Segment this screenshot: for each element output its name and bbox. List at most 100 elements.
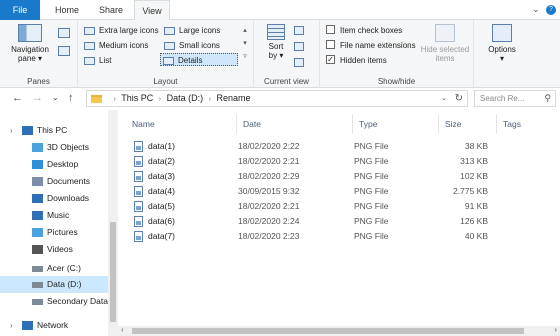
- column-header-date[interactable]: Date: [236, 114, 352, 134]
- layout-small-icons[interactable]: Small icons: [162, 39, 220, 52]
- tab-file[interactable]: File: [0, 0, 40, 20]
- folder-icon: [91, 94, 102, 103]
- small-icons-icon: [164, 41, 175, 50]
- sort-by-button[interactable]: Sort by ▾: [264, 24, 288, 60]
- up-button[interactable]: ↑: [68, 92, 74, 104]
- item-check-boxes-checkbox[interactable]: [326, 25, 335, 35]
- details-icon: [163, 56, 174, 65]
- tab-view[interactable]: View: [134, 0, 170, 21]
- nav-item-2[interactable]: Desktop: [0, 156, 108, 173]
- scroll-right-icon[interactable]: ›: [554, 325, 557, 334]
- ribbon: Navigation pane ▾ Panes Extra large icon…: [0, 20, 560, 88]
- nav-item-7[interactable]: Videos: [0, 241, 108, 258]
- tab-home[interactable]: Home: [46, 0, 88, 20]
- hide-selected-label-2: items: [435, 54, 455, 63]
- column-header-size[interactable]: Size: [438, 114, 496, 134]
- back-button[interactable]: ←: [12, 92, 23, 104]
- layout-gallery-scroll[interactable]: ▴ ▾ ▿: [240, 24, 250, 66]
- column-header-name[interactable]: Name: [126, 114, 236, 134]
- nav-item-9[interactable]: Data (D:): [0, 276, 108, 293]
- nav-item-10[interactable]: Secondary Data: [0, 293, 108, 310]
- help-icon[interactable]: ?: [546, 5, 556, 15]
- layout-medium-icons[interactable]: Medium icons: [82, 39, 148, 52]
- tab-share[interactable]: Share: [90, 0, 132, 20]
- horizontal-scrollbar-thumb[interactable]: [132, 328, 524, 334]
- documents-icon: [32, 177, 43, 186]
- hide-selected-items-button[interactable]: Hide selected items: [420, 24, 470, 63]
- breadcrumb-data-d[interactable]: Data (D:): [167, 93, 204, 103]
- recent-locations-button[interactable]: ⌄: [52, 93, 59, 102]
- address-row: ← → ⌄ ↑ › This PC › Data (D:) › Rename ⌄…: [0, 88, 560, 110]
- layout-extra-large-icons[interactable]: Extra large icons: [82, 24, 159, 37]
- file-date: 18/02/2020 2:21: [238, 156, 300, 166]
- search-box[interactable]: Search Re... ⚲: [474, 90, 556, 107]
- file-name-extensions-toggle[interactable]: File name extensions: [326, 39, 416, 53]
- layout-details[interactable]: Details: [160, 53, 238, 66]
- file-row[interactable]: data(6) 18/02/2020 2:24 PNG File 126 KB: [130, 214, 502, 229]
- breadcrumb-separator-icon: ›: [158, 96, 162, 103]
- group-by-icon[interactable]: [294, 26, 304, 35]
- current-view-group-title: Current view: [264, 77, 309, 86]
- nav-item-6[interactable]: Pictures: [0, 224, 108, 241]
- pictures-icon: [32, 228, 43, 237]
- hidden-items-checkbox[interactable]: ✓: [326, 55, 335, 65]
- pc-icon: [22, 126, 33, 135]
- file-name: data(4): [148, 186, 175, 196]
- nav-item-label: Pictures: [47, 227, 78, 237]
- column-header-tags[interactable]: Tags: [496, 114, 556, 134]
- layout-list[interactable]: List: [82, 54, 111, 67]
- file-name-extensions-checkbox[interactable]: [326, 40, 335, 50]
- nav-item-8[interactable]: Acer (C:): [0, 260, 108, 277]
- nav-item-3[interactable]: Documents: [0, 173, 108, 190]
- nav-item-0[interactable]: This PC ›: [0, 122, 108, 139]
- file-row[interactable]: data(2) 18/02/2020 2:21 PNG File 313 KB: [130, 154, 502, 169]
- file-row[interactable]: data(3) 18/02/2020 2:29 PNG File 102 KB: [130, 169, 502, 184]
- forward-button[interactable]: →: [32, 92, 43, 104]
- file-list: Name Date Type Size Tags ‹ › data(1) 18/0…: [118, 110, 560, 336]
- nav-item-label: Documents: [47, 176, 90, 186]
- address-dropdown-icon[interactable]: ⌄: [441, 91, 447, 106]
- scroll-left-icon[interactable]: ‹: [121, 325, 124, 334]
- file-size: 2.775 KB: [453, 186, 488, 196]
- file-row[interactable]: data(7) 18/02/2020 2:23 PNG File 40 KB: [130, 229, 502, 244]
- file-name: data(1): [148, 141, 175, 151]
- nav-item-4[interactable]: Downloads: [0, 190, 108, 207]
- sort-label: Sort: [268, 42, 284, 51]
- navigation-scrollbar[interactable]: [108, 110, 118, 336]
- downloads-icon: [32, 194, 43, 203]
- file-date: 18/02/2020 2:29: [238, 171, 300, 181]
- item-check-boxes-toggle[interactable]: Item check boxes: [326, 24, 402, 38]
- preview-pane-icon[interactable]: [58, 28, 70, 38]
- navigation-pane-button[interactable]: Navigation pane ▾: [10, 24, 50, 63]
- hidden-items-toggle[interactable]: ✓ Hidden items: [326, 54, 387, 68]
- navigation-pane-icon: [18, 24, 42, 42]
- show-hide-group-title: Show/hide: [377, 77, 416, 86]
- nav-item-5[interactable]: Music: [0, 207, 108, 224]
- ribbon-collapse-icon[interactable]: ⌄: [532, 4, 540, 15]
- refresh-icon[interactable]: ↻: [455, 91, 463, 106]
- options-button[interactable]: Options ▾: [484, 24, 520, 63]
- navigation-scrollbar-thumb[interactable]: [110, 222, 116, 322]
- nav-item-1[interactable]: 3D Objects: [0, 139, 108, 156]
- layout-group: Extra large icons Large icons Medium ico…: [78, 20, 254, 88]
- nav-item-label: Desktop: [47, 159, 79, 169]
- add-columns-icon[interactable]: [294, 42, 304, 51]
- file-date: 18/02/2020 2:22: [238, 141, 300, 151]
- column-header-type[interactable]: Type: [352, 114, 438, 134]
- breadcrumb-rename[interactable]: Rename: [216, 93, 250, 103]
- expand-chevron-icon[interactable]: ›: [10, 122, 13, 139]
- file-row[interactable]: data(1) 18/02/2020 2:22 PNG File 38 KB: [130, 139, 502, 154]
- file-type: PNG File: [354, 201, 389, 211]
- size-columns-icon[interactable]: [294, 58, 304, 67]
- file-row[interactable]: data(4) 30/09/2015 9:32 PNG File 2.775 KB: [130, 184, 502, 199]
- horizontal-scrollbar[interactable]: ‹ ›: [118, 325, 560, 336]
- nav-item-11[interactable]: Network ›: [0, 317, 108, 334]
- address-bar[interactable]: › This PC › Data (D:) › Rename ⌄ ↻: [86, 90, 468, 107]
- file-row[interactable]: data(5) 18/02/2020 2:21 PNG File 91 KB: [130, 199, 502, 214]
- layout-large-icons[interactable]: Large icons: [162, 24, 220, 37]
- details-pane-icon[interactable]: [58, 46, 70, 56]
- file-date: 18/02/2020 2:23: [238, 231, 300, 241]
- breadcrumb-this-pc[interactable]: This PC: [121, 93, 153, 103]
- search-input[interactable]: Search Re...: [480, 94, 524, 103]
- expand-chevron-icon[interactable]: ›: [10, 317, 13, 334]
